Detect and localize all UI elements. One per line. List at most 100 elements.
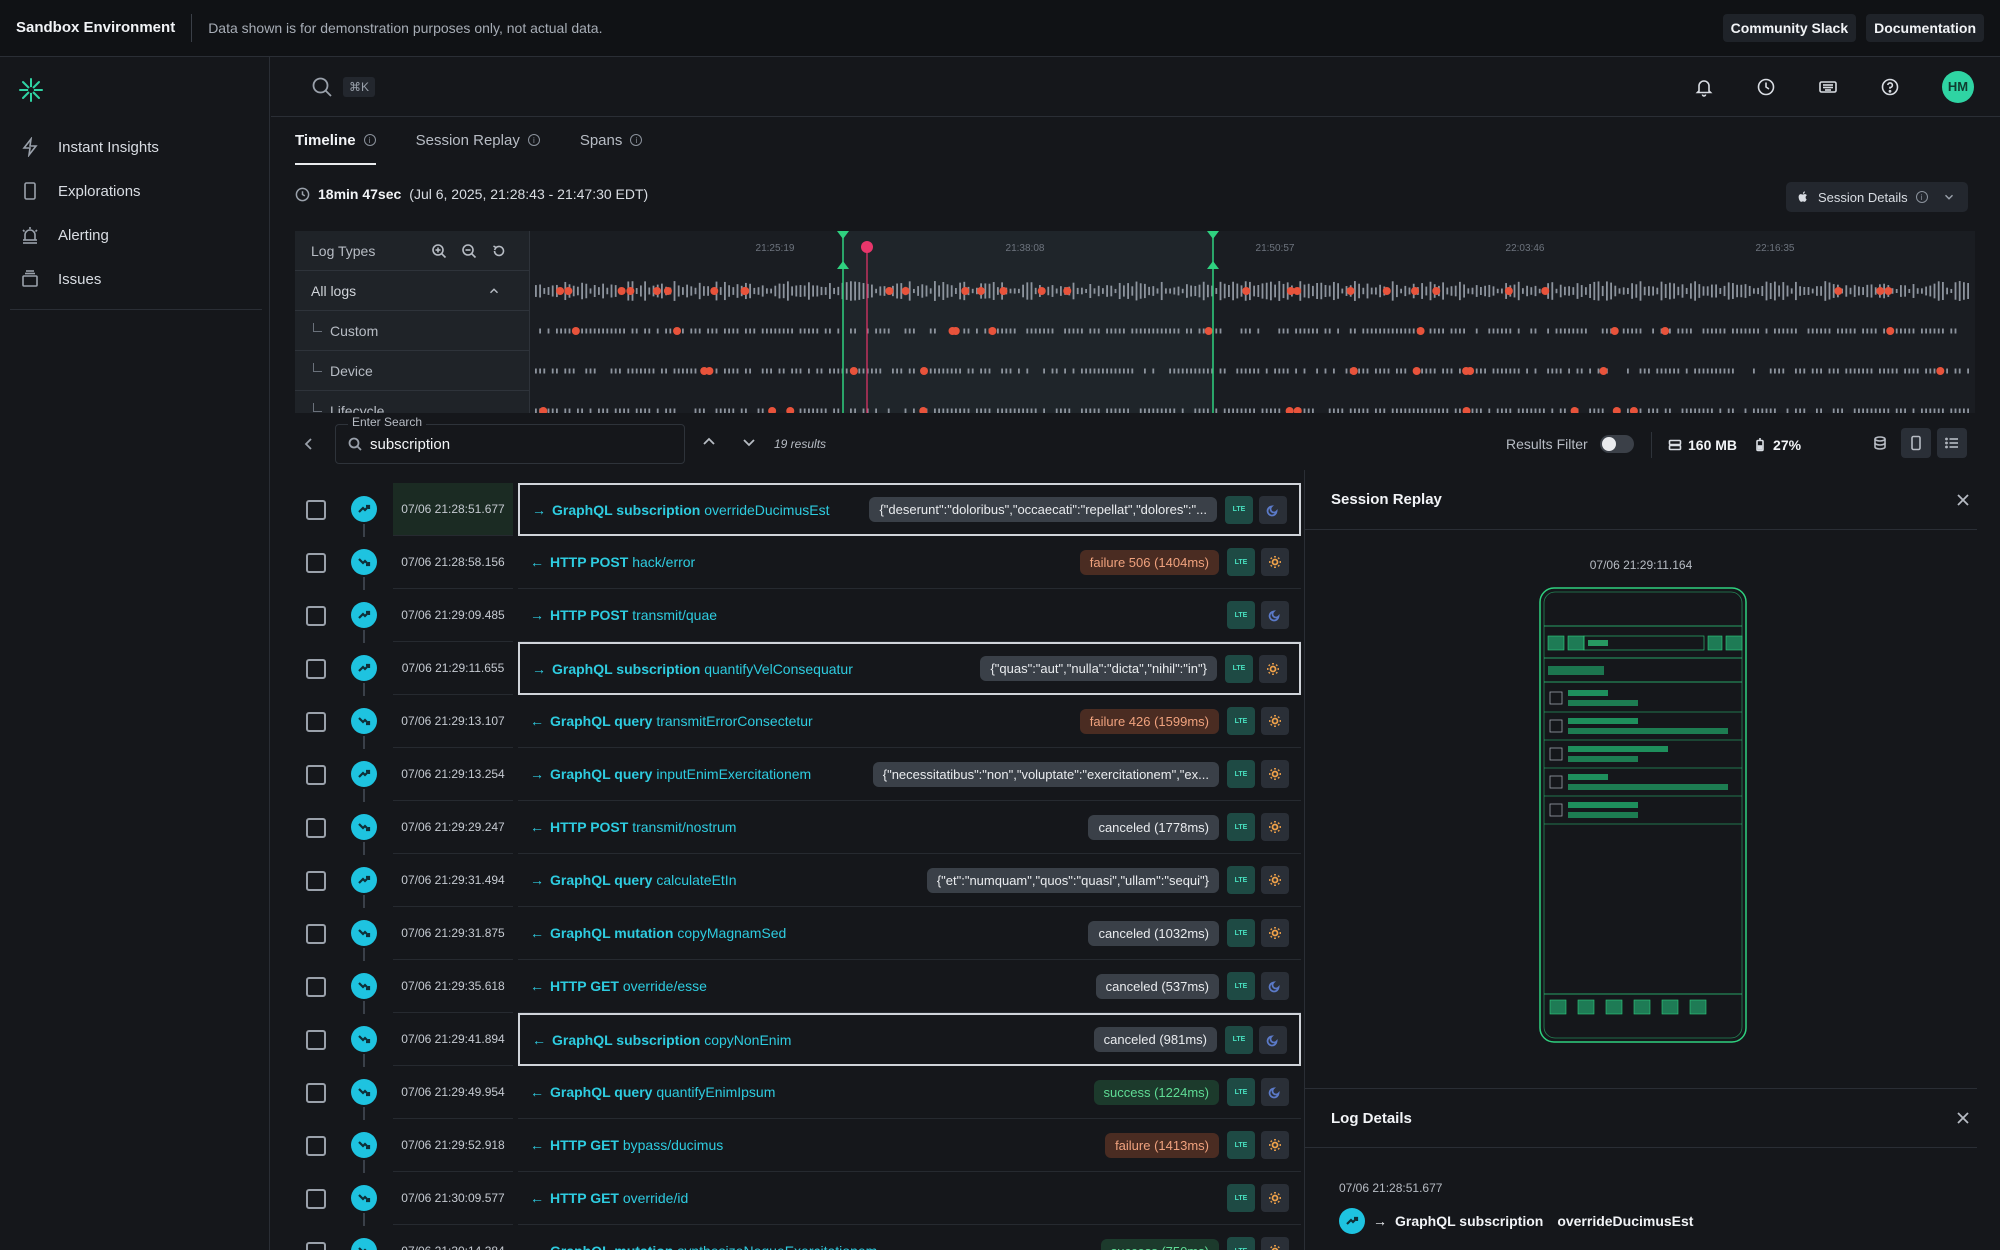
close-icon[interactable] [1955, 1110, 1971, 1126]
database-view-button[interactable] [1865, 428, 1895, 458]
row-content[interactable]: → GraphQL subscription quantifyVelConsequ… [518, 642, 1301, 695]
table-row[interactable]: 07/06 21:29:41.894 ← GraphQL subscription … [271, 1013, 1303, 1067]
network-lte-icon[interactable]: LTE [1227, 972, 1255, 1000]
moon-icon[interactable] [1261, 1078, 1289, 1106]
network-lte-icon[interactable]: LTE [1227, 1078, 1255, 1106]
row-checkbox[interactable] [306, 1136, 326, 1156]
chevron-left-icon[interactable] [301, 436, 317, 452]
table-row[interactable]: 07/06 21:28:51.677 → GraphQL subscription … [271, 483, 1303, 537]
moon-icon[interactable] [1259, 495, 1287, 524]
clock-icon[interactable] [1756, 77, 1776, 97]
row-content[interactable]: ← HTTP GET override/id LTE [518, 1172, 1301, 1225]
table-row[interactable]: 07/06 21:29:13.254 → GraphQL query inputEn… [271, 748, 1303, 802]
row-content[interactable]: ← GraphQL query quantifyEnimIpsum success … [518, 1066, 1301, 1119]
table-row[interactable]: 07/06 21:29:31.875 ← GraphQL mutation copy… [271, 907, 1303, 961]
tab-spans[interactable]: Spans i [580, 117, 643, 165]
sidebar-item-explorations[interactable]: Explorations [10, 169, 262, 213]
network-lte-icon[interactable]: LTE [1225, 654, 1253, 683]
table-row[interactable]: 07/06 21:29:11.655 → GraphQL subscription … [271, 642, 1303, 696]
help-icon[interactable] [1880, 77, 1900, 97]
log-type-device[interactable]: Device [295, 351, 529, 391]
table-row[interactable]: 07/06 21:29:31.494 → GraphQL query calcula… [271, 854, 1303, 908]
network-lte-icon[interactable]: LTE [1227, 919, 1255, 947]
community-slack-link[interactable]: Community Slack [1722, 14, 1857, 42]
table-row[interactable]: 07/06 21:29:13.107 ← GraphQL query transmi… [271, 695, 1303, 749]
chevron-down-icon[interactable] [741, 434, 757, 450]
row-checkbox[interactable] [306, 1030, 326, 1050]
row-content[interactable]: ← GraphQL subscription copyNonEnim cancele… [518, 1013, 1301, 1066]
network-lte-icon[interactable]: LTE [1227, 548, 1255, 576]
sun-icon[interactable] [1261, 548, 1289, 576]
tab-session-replay[interactable]: Session Replay i [416, 117, 540, 165]
close-icon[interactable] [1955, 492, 1971, 508]
sun-icon[interactable] [1261, 1184, 1289, 1212]
row-content[interactable]: → GraphQL subscription overrideDucimusEst… [518, 483, 1301, 536]
keyboard-icon[interactable] [1818, 77, 1838, 97]
bell-icon[interactable] [1694, 77, 1714, 97]
session-replay-phone[interactable] [1538, 586, 1748, 1044]
moon-icon[interactable] [1261, 601, 1289, 629]
network-lte-icon[interactable]: LTE [1225, 495, 1253, 524]
row-checkbox[interactable] [306, 659, 326, 679]
chevron-up-icon[interactable] [487, 284, 501, 298]
chevron-up-icon[interactable] [701, 434, 717, 450]
table-row[interactable]: 07/06 21:30:14.384 ← GraphQL mutation synt… [271, 1225, 1303, 1250]
avatar[interactable]: HM [1942, 70, 1974, 103]
log-type-all[interactable]: All logs [295, 271, 529, 311]
row-content[interactable]: ← HTTP GET override/esse canceled (537ms) L… [518, 960, 1301, 1013]
row-content[interactable]: → HTTP POST transmit/quae LTE [518, 589, 1301, 642]
network-lte-icon[interactable]: LTE [1227, 707, 1255, 735]
moon-icon[interactable] [1259, 1025, 1287, 1054]
sun-icon[interactable] [1261, 866, 1289, 894]
network-lte-icon[interactable]: LTE [1225, 1025, 1253, 1054]
search-input[interactable]: Enter Search subscription [335, 415, 685, 464]
sun-icon[interactable] [1261, 1131, 1289, 1159]
table-row[interactable]: 07/06 21:29:35.618 ← HTTP GET override/ess… [271, 960, 1303, 1014]
row-checkbox[interactable] [306, 553, 326, 573]
sun-icon[interactable] [1259, 654, 1287, 683]
row-checkbox[interactable] [306, 818, 326, 838]
row-content[interactable]: ← HTTP POST hack/error failure 506 (1404ms… [518, 536, 1301, 589]
log-type-lifecycle[interactable]: Lifecycle [295, 391, 529, 414]
row-content[interactable]: → GraphQL query inputEnimExercitationem {"… [518, 748, 1301, 801]
row-checkbox[interactable] [306, 712, 326, 732]
table-row[interactable]: 07/06 21:29:49.954 ← GraphQL query quantif… [271, 1066, 1303, 1120]
results-filter-toggle[interactable] [1599, 435, 1634, 453]
sidebar-item-alerting[interactable]: Alerting [10, 213, 262, 257]
network-lte-icon[interactable]: LTE [1227, 813, 1255, 841]
sidebar-item-issues[interactable]: Issues [10, 257, 262, 301]
network-lte-icon[interactable]: LTE [1227, 1131, 1255, 1159]
row-checkbox[interactable] [306, 1189, 326, 1209]
sun-icon[interactable] [1261, 919, 1289, 947]
documentation-link[interactable]: Documentation [1866, 14, 1984, 42]
row-content[interactable]: ← HTTP POST transmit/nostrum canceled (177… [518, 801, 1301, 854]
network-lte-icon[interactable]: LTE [1227, 1237, 1255, 1250]
reset-icon[interactable] [491, 243, 507, 259]
row-checkbox[interactable] [306, 500, 326, 520]
device-view-button[interactable] [1901, 428, 1931, 458]
app-logo-icon[interactable] [18, 77, 44, 103]
row-checkbox[interactable] [306, 1242, 326, 1250]
session-details-button[interactable]: Session Details i [1786, 182, 1968, 212]
table-row[interactable]: 07/06 21:29:09.485 → HTTP POST transmit/qu… [271, 589, 1303, 643]
network-lte-icon[interactable]: LTE [1227, 760, 1255, 788]
log-type-custom[interactable]: Custom [295, 311, 529, 351]
sun-icon[interactable] [1261, 813, 1289, 841]
timeline-canvas[interactable]: 21:25:19 21:38:08 21:50:57 22:03:46 22:16:35 [531, 231, 1975, 413]
network-lte-icon[interactable]: LTE [1227, 601, 1255, 629]
row-checkbox[interactable] [306, 1083, 326, 1103]
zoom-out-icon[interactable] [461, 243, 477, 259]
row-content[interactable]: → GraphQL query calculateEtIn {"et":"numqu… [518, 854, 1301, 907]
table-row[interactable]: 07/06 21:30:09.577 ← HTTP GET override/id L… [271, 1172, 1303, 1226]
global-search[interactable]: ⌘K [311, 76, 376, 98]
row-content[interactable]: ← GraphQL mutation copyMagnamSed canceled … [518, 907, 1301, 960]
sun-icon[interactable] [1261, 760, 1289, 788]
row-checkbox[interactable] [306, 977, 326, 997]
sun-icon[interactable] [1261, 1237, 1289, 1250]
sidebar-item-instant-insights[interactable]: Instant Insights [10, 125, 262, 169]
table-row[interactable]: 07/06 21:28:58.156 ← HTTP POST hack/error f… [271, 536, 1303, 590]
tab-timeline[interactable]: Timeline i [295, 117, 376, 165]
list-view-button[interactable] [1937, 428, 1967, 458]
row-content[interactable]: ← GraphQL mutation synthesizeNequeExercit… [518, 1225, 1301, 1250]
network-lte-icon[interactable]: LTE [1227, 866, 1255, 894]
